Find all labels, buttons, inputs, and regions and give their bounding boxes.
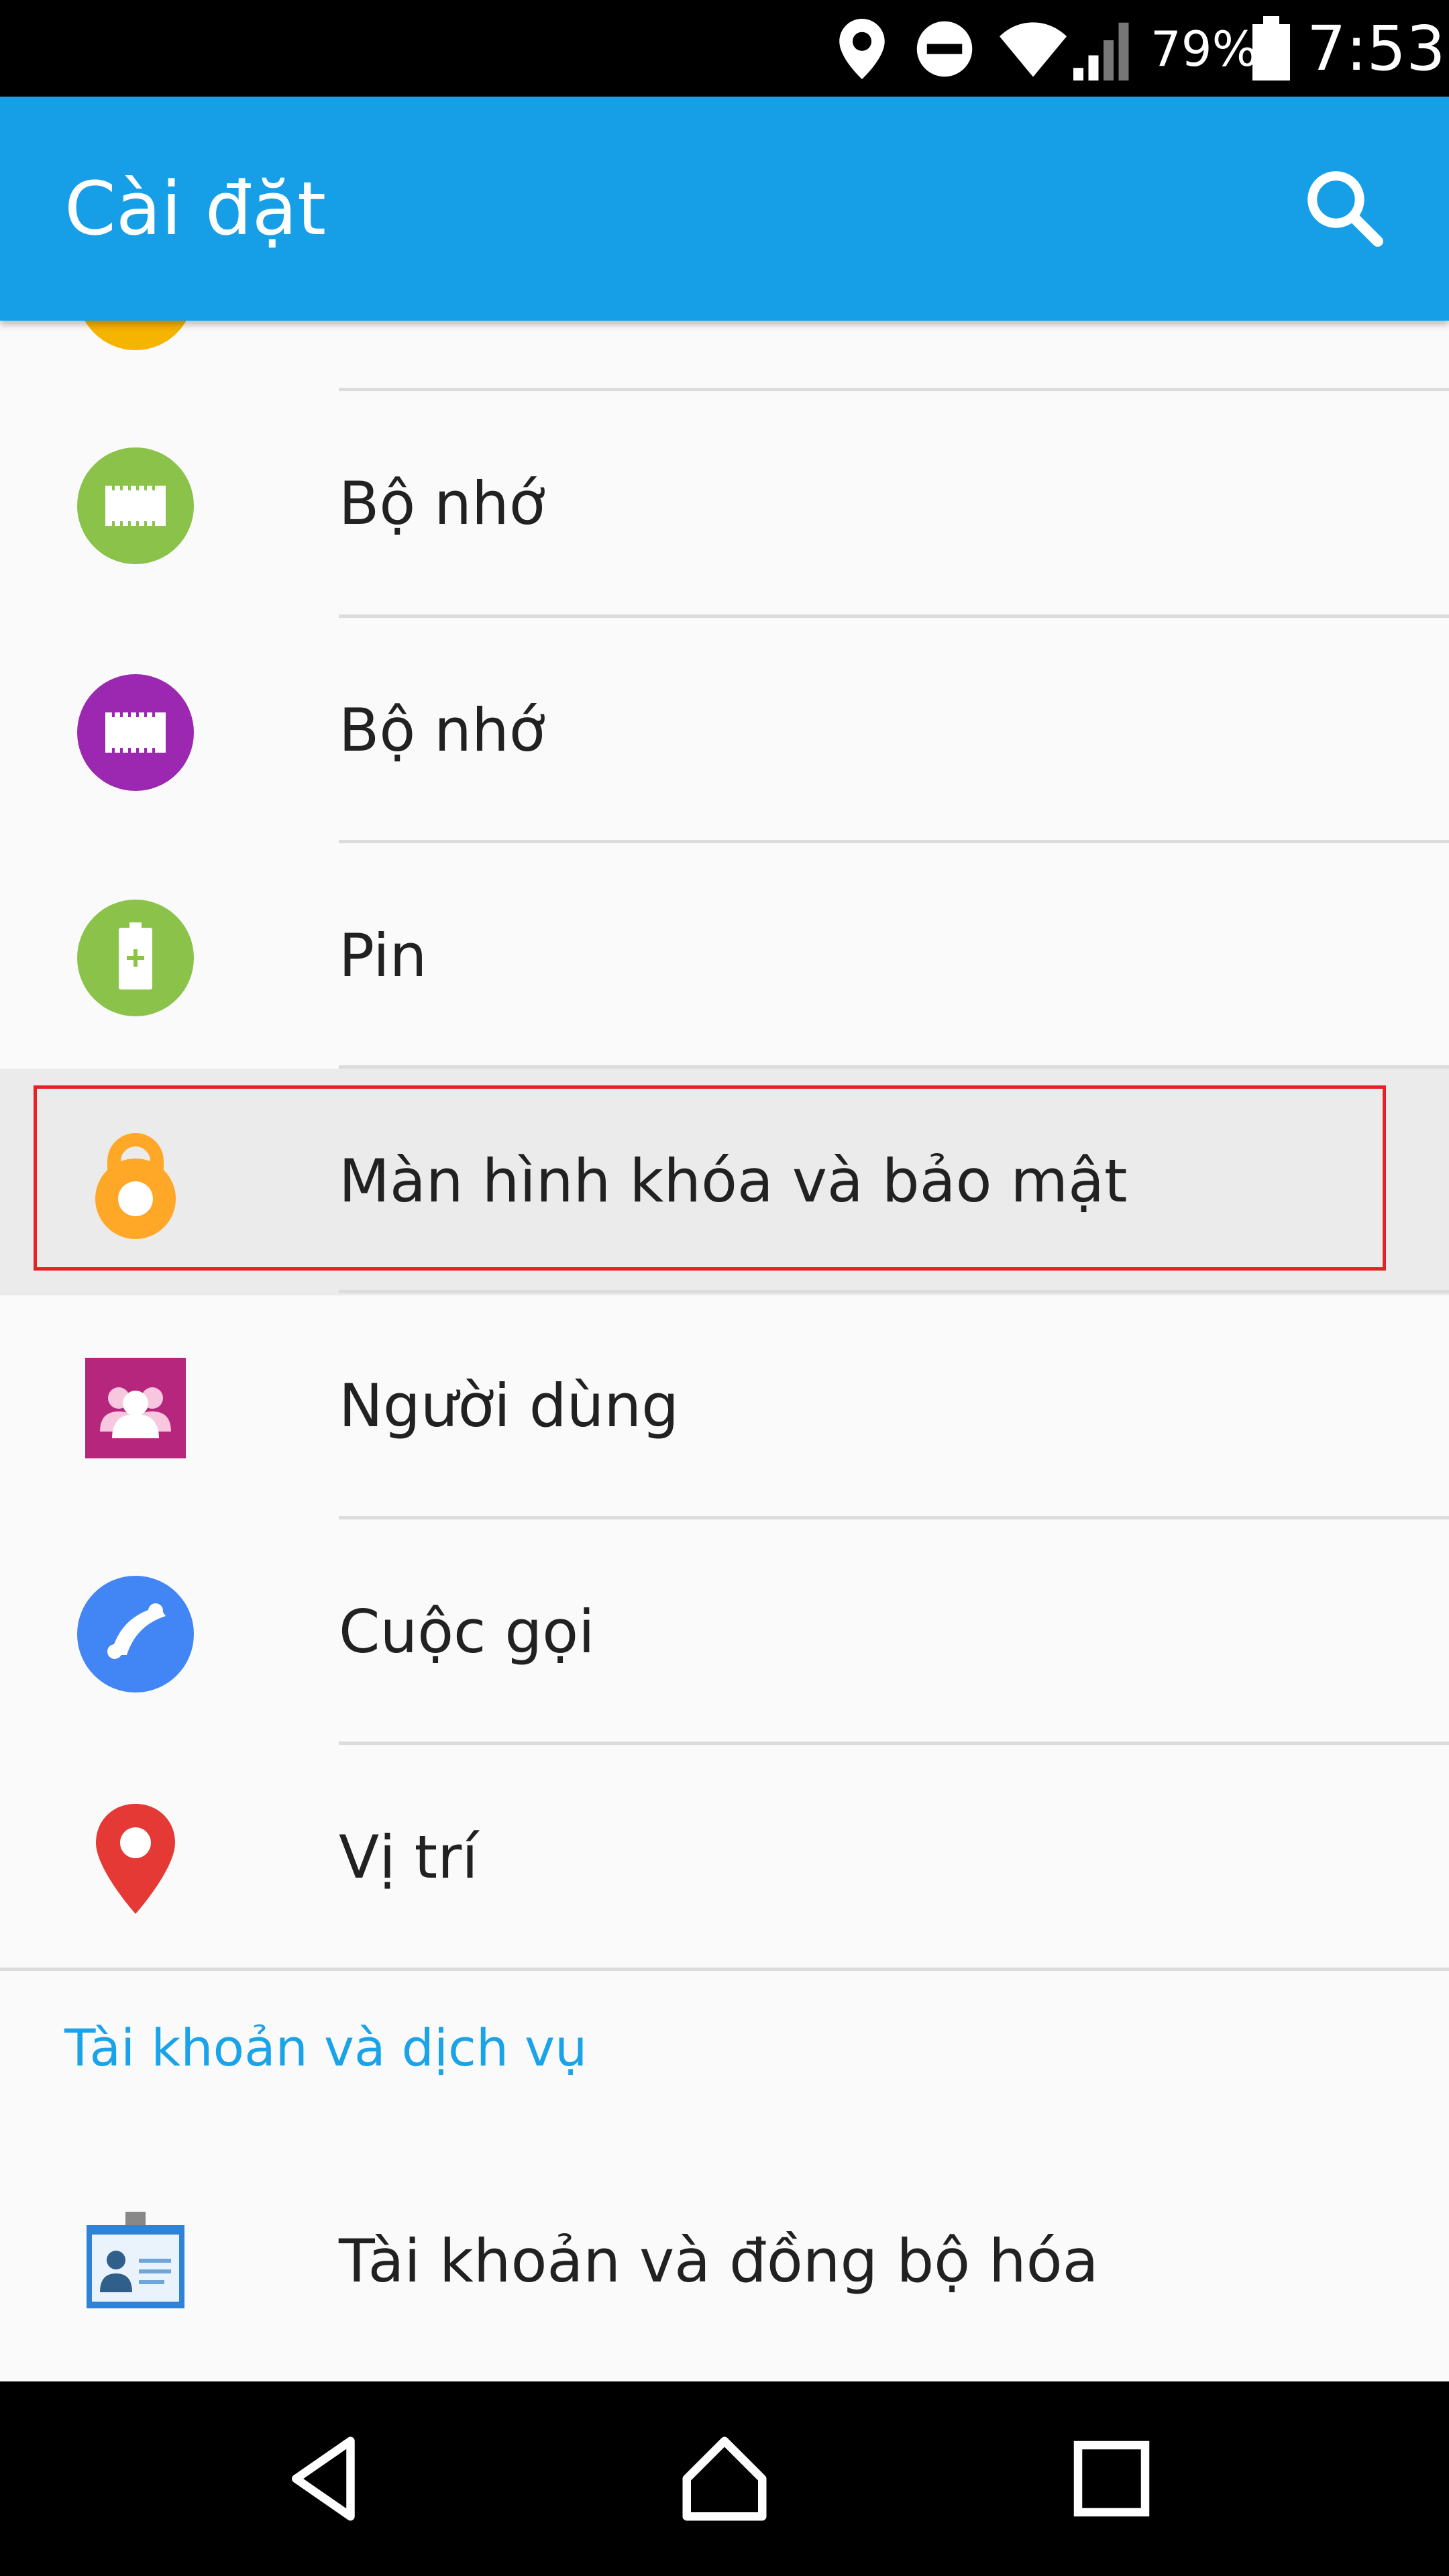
settings-list: Bộ nhớ Bộ nhớ Pin Màn hình khóa và bảo m…: [0, 321, 1449, 2381]
section-divider: [0, 1968, 1449, 1971]
account-card-icon: [87, 2212, 184, 2308]
settings-item-label: Bộ nhớ: [339, 469, 545, 538]
users-icon: [85, 1358, 186, 1458]
back-icon: [292, 2436, 355, 2521]
do-not-disturb-icon: [916, 21, 973, 77]
wifi-icon: [1000, 22, 1067, 77]
recents-button[interactable]: [1061, 2428, 1162, 2529]
home-button[interactable]: [674, 2428, 775, 2529]
battery-plus-icon: [77, 900, 194, 1016]
battery-percentage: 79%: [1150, 21, 1258, 77]
settings-item-users[interactable]: Người dùng: [0, 1293, 1449, 1519]
settings-item-label: Bộ nhớ: [339, 696, 545, 765]
location-icon: [839, 19, 885, 79]
section-header: Tài khoản và dịch vụ: [64, 2018, 588, 2078]
settings-item-memory[interactable]: Bộ nhớ: [0, 618, 1449, 843]
settings-item-accounts-sync[interactable]: Tài khoản và đồng bộ hóa: [0, 2149, 1449, 2374]
settings-item-label: Tài khoản và đồng bộ hóa: [339, 2226, 1099, 2296]
clock: 7:53: [1307, 13, 1446, 85]
back-button[interactable]: [275, 2428, 376, 2529]
memory-chip-icon: [77, 447, 194, 564]
location-pin-icon: [96, 1804, 175, 1914]
partial-item-icon: [77, 321, 194, 350]
phone-icon: [77, 1576, 194, 1693]
settings-item-label: Vị trí: [339, 1823, 478, 1892]
settings-item-calls[interactable]: Cuộc gọi: [0, 1519, 1449, 1745]
settings-item-battery[interactable]: Pin: [0, 843, 1449, 1069]
recents-icon: [1073, 2440, 1150, 2517]
settings-item-storage[interactable]: Bộ nhớ: [0, 391, 1449, 616]
search-button[interactable]: [1301, 165, 1389, 252]
app-bar: Cài đặt: [0, 97, 1449, 321]
page-title: Cài đặt: [64, 166, 327, 252]
settings-item-location[interactable]: Vị trí: [0, 1745, 1449, 1970]
settings-item-label: Người dùng: [339, 1371, 679, 1440]
highlight-annotation-box: [34, 1085, 1386, 1271]
settings-item-label: Pin: [339, 921, 427, 990]
settings-item-label: Cuộc gọi: [339, 1597, 595, 1666]
search-icon: [1307, 171, 1383, 247]
navigation-bar: [0, 2381, 1449, 2576]
home-icon: [682, 2436, 767, 2521]
status-bar: 79% 7:53: [0, 0, 1449, 97]
signal-icon: [1073, 22, 1129, 80]
battery-icon: [1252, 16, 1290, 80]
memory-chip-icon: [77, 674, 194, 791]
